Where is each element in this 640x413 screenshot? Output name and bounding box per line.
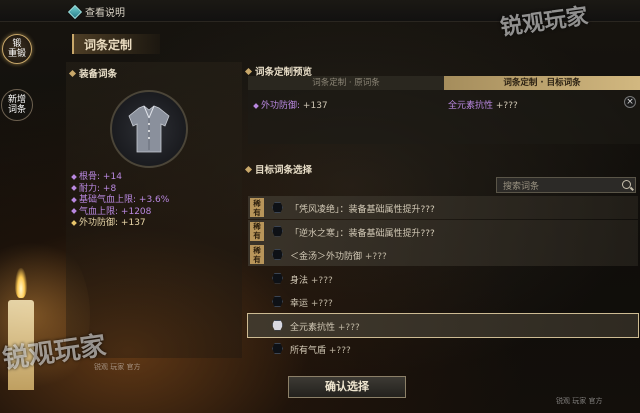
original-name: 外功防御 [261,101,298,111]
attr-value: +14 [102,172,122,182]
affix-value: +??? [328,346,351,356]
affix-name: 「逆水之寒」：装备基础属性提升??? [290,228,435,239]
equipment-slot[interactable] [110,90,188,168]
radio-hex-icon [272,296,283,307]
affix-name: 「凭风凌绝」：装备基础属性提升??? [290,205,435,215]
affix-row[interactable]: 稀有 ＜金汤＞外功防御 +??? [248,243,638,266]
affix-text: 身法 +??? [290,273,333,286]
preview-target-column: 词条定制 · 目标词条 [444,76,640,90]
help-button[interactable]: 查看说明 [67,4,125,19]
candle-flame [15,268,27,298]
tab-new-affix-badge: 新增词条 [1,89,33,121]
affix-row[interactable]: 稀有 「凭风凌绝」：装备基础属性提升??? [248,196,638,219]
radio-hex-icon [272,343,283,354]
affix-text: 「凭风凌绝」：装备基础属性提升??? [290,202,435,215]
bullet-icon [71,219,77,226]
attr-name: 耐力 [79,183,98,194]
preview-original-column: 词条定制 · 原词条 [248,76,444,90]
original-value: +137 [302,101,328,111]
attr-value: +3.6% [138,195,170,205]
equipment-attributes: 根骨: +14 耐力: +8 基础气血上限: +3.6% 气血上限: +1208… [71,172,170,230]
attr-name: 根骨 [79,172,98,182]
affix-value: +??? [364,252,387,262]
affix-name: 所有气盾 [290,346,327,356]
affix-text: ＜金汤＞外功防御 +??? [290,249,387,262]
tab-reforge-label: 重锻 [7,49,26,59]
shirt-icon [128,105,170,153]
affix-row[interactable]: 身法 +??? [248,267,638,290]
search-placeholder: 搜索词条 [503,181,540,192]
attr-value: +8 [102,183,117,194]
preview-target-affix: 全元素抗性 +??? [448,98,518,111]
clear-target-button[interactable]: × [624,96,636,108]
target-value: +??? [495,101,518,111]
radio-hex-selected-icon [272,319,283,331]
affix-row[interactable]: 所有气盾 +??? [248,337,638,360]
tab-new-affix[interactable]: 新增词条 [0,82,34,128]
affix-row[interactable]: 幸运 +??? [248,290,638,313]
attribute-row-highlight: 外功防御: +137 [71,218,169,230]
rare-badge: 稀有 [250,221,264,241]
attribute-row: 根骨: +14 [71,172,169,184]
attribute-row: 气血上限: +1208 [71,206,169,219]
target-header-label: 目标词条选择 [255,165,313,176]
attr-value: +137 [120,218,146,228]
tab-reforge-top: 锻 [12,39,22,49]
search-icon[interactable] [622,180,631,189]
diamond-icon [67,4,83,19]
equipment-panel: 装备词条 根骨: +14 耐力: +8 基础气血上限: +3.6% 气血上限: … [66,62,242,358]
bullet-icon [253,102,259,109]
target-header: 目标词条选择 [244,162,313,176]
watermark-sub: 锐观 玩家 官方 [94,363,141,371]
confirm-button[interactable]: 确认选择 [288,376,406,398]
section-marker-icon [68,69,77,77]
affix-text: 所有气盾 +??? [290,343,351,356]
preview-panel: 词条定制 · 原词条 词条定制 · 目标词条 外功防御: +137 全元素抗性 … [248,76,640,144]
attribute-row: 基础气血上限: +3.6% [71,195,170,207]
affix-value: +??? [310,299,333,309]
radio-hex-icon [272,225,283,237]
rare-badge: 稀有 [250,245,264,264]
watermark-sub: 锐观 玩家 官方 [556,397,603,405]
affix-text: 「逆水之寒」：装备基础属性提升??? [290,226,435,239]
equipment-header: 装备词条 [68,66,118,80]
attribute-row: 耐力: +8 [71,183,169,196]
help-label: 查看说明 [85,8,125,19]
preview-original-affix: 外功防御: +137 [253,98,328,111]
bullet-icon [71,173,77,180]
affix-name: 全元素抗性 [290,322,336,333]
affix-text: 幸运 +??? [290,296,333,309]
attr-name: 外功防御 [79,218,116,228]
affix-name: 幸运 [290,299,309,309]
equipment-header-label: 装备词条 [79,69,118,80]
bullet-icon [71,196,77,203]
affix-name: ＜金汤＞外功防御 [290,252,363,262]
affix-row[interactable]: 稀有 「逆水之寒」：装备基础属性提升??? [248,219,638,243]
tab-reforge[interactable]: 锻 重锻 [0,26,34,72]
target-name: 全元素抗性 [448,101,494,111]
tab-new-affix-label: 新增词条 [7,95,26,115]
tab-reforge-badge: 锻 重锻 [2,34,32,64]
attr-value: +1208 [120,206,152,217]
affix-value: +??? [310,275,333,286]
page-title: 词条定制 [72,34,160,54]
radio-hex-icon [272,249,283,260]
section-marker-icon [244,67,253,75]
bullet-icon [71,185,77,191]
affix-name: 身法 [290,275,309,286]
attr-name: 气血上限 [79,206,116,217]
radio-hex-icon [272,202,283,213]
affix-search-input[interactable]: 搜索词条 [496,177,636,193]
affix-text: 全元素抗性 +??? [290,320,360,333]
affix-value: +??? [337,322,360,333]
attr-name: 基础气血上限 [79,195,134,205]
affix-list: 稀有 「凭风凌绝」：装备基础属性提升??? 稀有 「逆水之寒」：装备基础属性提升… [247,196,639,361]
section-marker-icon [244,165,253,173]
radio-hex-icon [272,272,283,284]
affix-row-selected[interactable]: 全元素抗性 +??? [247,312,639,338]
rare-badge: 稀有 [250,198,264,217]
bullet-icon [71,208,77,214]
